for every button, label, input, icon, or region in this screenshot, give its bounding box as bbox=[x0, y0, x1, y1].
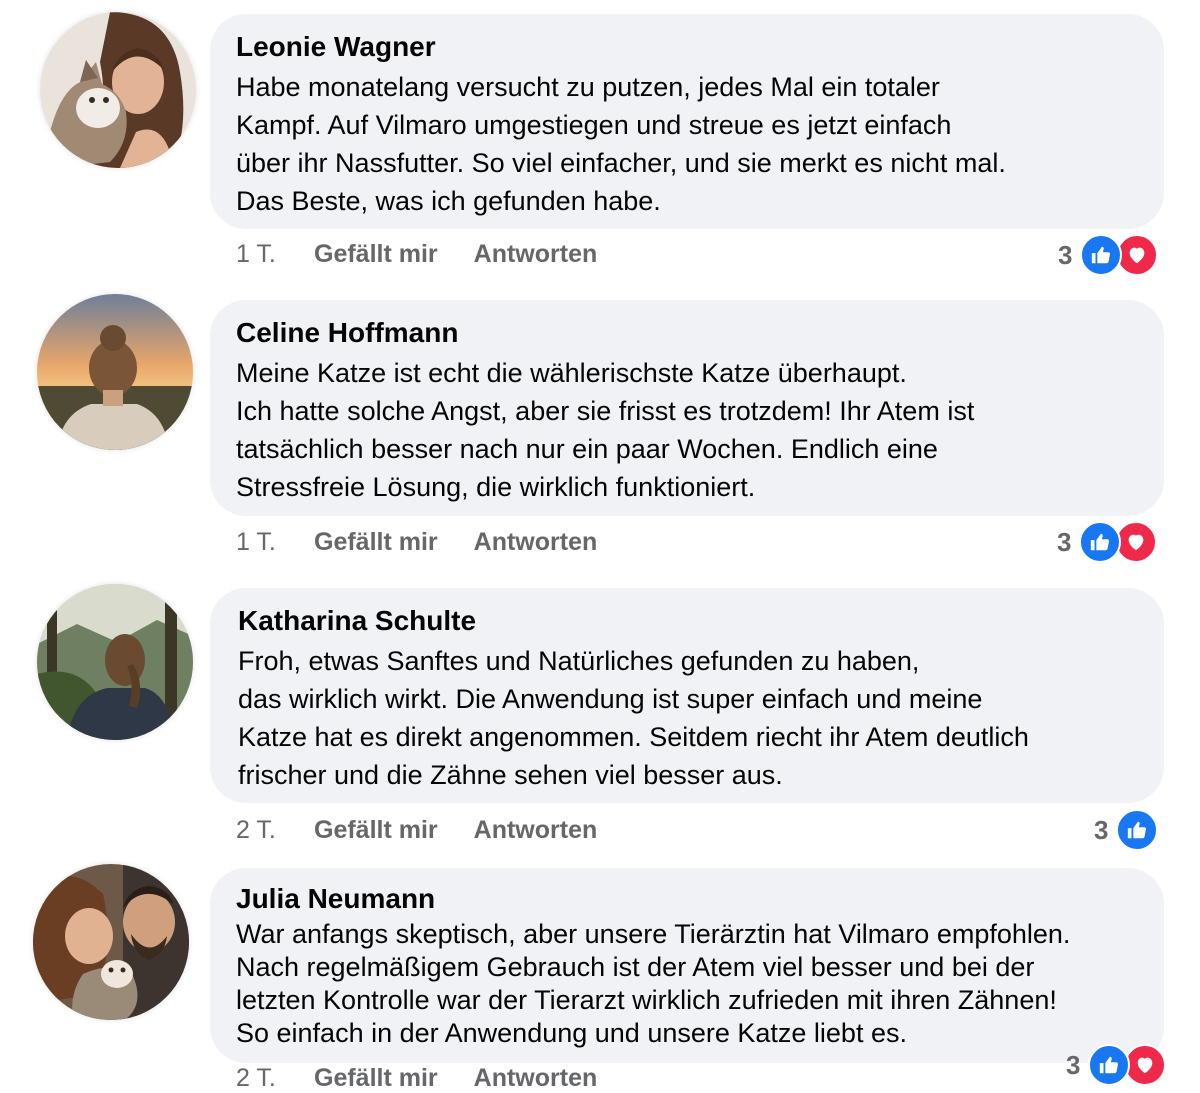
like-button[interactable]: Gefällt mir bbox=[314, 1064, 438, 1093]
comment-text-line: Katze hat es direkt angenommen. Seitdem … bbox=[238, 722, 1029, 752]
like-button[interactable]: Gefällt mir bbox=[314, 528, 438, 557]
comment-actions: 1 T. Gefällt mir Antworten bbox=[236, 528, 597, 557]
comment-text-line: tatsächlich besser nach nur ein paar Woc… bbox=[236, 434, 938, 464]
avatar-photo-woman-forest bbox=[37, 584, 193, 740]
comment-text-line: War anfangs skeptisch, aber unsere Tierä… bbox=[236, 919, 1071, 949]
comment-text-line: frischer und die Zähne sehen viel besser… bbox=[238, 760, 783, 790]
like-button[interactable]: Gefällt mir bbox=[314, 240, 438, 269]
comment-bubble: Katharina Schulte Froh, etwas Sanftes un… bbox=[210, 588, 1164, 803]
avatar[interactable] bbox=[37, 584, 193, 740]
reaction-summary[interactable]: 3 bbox=[1058, 234, 1159, 276]
comment-bubble: Celine Hoffmann Meine Katze ist echt die… bbox=[210, 300, 1164, 516]
reply-button[interactable]: Antworten bbox=[474, 240, 598, 269]
avatar-photo-woman-with-cat bbox=[40, 12, 196, 168]
comment-text-line: Kampf. Auf Vilmaro umgestiegen und streu… bbox=[236, 110, 952, 140]
like-reaction-icon bbox=[1080, 234, 1123, 276]
comment-actions: 1 T. Gefällt mir Antworten bbox=[236, 240, 597, 269]
heart-reaction-icon bbox=[1115, 521, 1158, 563]
comment-age[interactable]: 1 T. bbox=[236, 240, 314, 269]
comment-age[interactable]: 2 T. bbox=[236, 816, 314, 845]
comment-text-line: Das Beste, was ich gefunden habe. bbox=[236, 186, 661, 216]
heart-reaction-icon bbox=[1124, 1044, 1167, 1086]
comment-text-line: Meine Katze ist echt die wählerischste K… bbox=[236, 358, 907, 388]
reaction-summary[interactable]: 3 bbox=[1066, 1044, 1167, 1086]
comment-bubble: Julia Neumann War anfangs skeptisch, abe… bbox=[210, 868, 1164, 1063]
comment-bubble: Leonie Wagner Habe monatelang versucht z… bbox=[210, 14, 1164, 229]
avatar-photo-couple-with-cat bbox=[33, 864, 189, 1020]
comment-actions: 2 T. Gefällt mir Antworten bbox=[236, 816, 597, 845]
comment-actions: 2 T. Gefällt mir Antworten bbox=[236, 1064, 597, 1093]
comment-author[interactable]: Julia Neumann bbox=[236, 882, 1138, 916]
comment-text-line: letzten Kontrolle war der Tierarzt wirkl… bbox=[236, 985, 1057, 1015]
like-reaction-icon bbox=[1116, 809, 1159, 851]
reaction-count: 3 bbox=[1066, 1049, 1081, 1080]
reply-button[interactable]: Antworten bbox=[474, 528, 598, 557]
comment-author[interactable]: Leonie Wagner bbox=[236, 30, 1138, 64]
comment-age[interactable]: 2 T. bbox=[236, 1064, 314, 1093]
like-reaction-icon bbox=[1079, 521, 1122, 563]
like-button[interactable]: Gefällt mir bbox=[314, 816, 438, 845]
heart-reaction-icon bbox=[1116, 234, 1159, 276]
comment-text-line: das wirklich wirkt. Die Anwendung ist su… bbox=[238, 684, 983, 714]
reaction-summary[interactable]: 3 bbox=[1094, 809, 1159, 851]
comment-text-line: Habe monatelang versucht zu putzen, jede… bbox=[236, 72, 940, 102]
comment-author[interactable]: Katharina Schulte bbox=[238, 604, 1138, 638]
reaction-summary[interactable]: 3 bbox=[1057, 521, 1158, 563]
comment-text-line: So einfach in der Anwendung und unsere K… bbox=[236, 1018, 907, 1048]
like-reaction-icon bbox=[1088, 1044, 1131, 1086]
comment-author[interactable]: Celine Hoffmann bbox=[236, 316, 1138, 350]
comment-text-line: Nach regelmäßigem Gebrauch ist der Atem … bbox=[236, 952, 1035, 982]
comment-text-line: Ich hatte solche Angst, aber sie frisst … bbox=[236, 396, 975, 426]
comment-text-line: Froh, etwas Sanftes und Natürliches gefu… bbox=[238, 646, 920, 676]
reaction-count: 3 bbox=[1057, 526, 1072, 557]
avatar-photo-woman-sunset bbox=[37, 294, 193, 450]
avatar[interactable] bbox=[37, 294, 193, 450]
reaction-count: 3 bbox=[1094, 814, 1109, 845]
avatar[interactable] bbox=[33, 864, 189, 1020]
avatar[interactable] bbox=[40, 12, 196, 168]
reply-button[interactable]: Antworten bbox=[474, 816, 598, 845]
comment-text-line: über ihr Nassfutter. So viel einfacher, … bbox=[236, 148, 1006, 178]
reaction-count: 3 bbox=[1058, 239, 1073, 270]
reply-button[interactable]: Antworten bbox=[474, 1064, 598, 1093]
comment-text-line: Stressfreie Lösung, die wirklich funktio… bbox=[236, 472, 756, 502]
comment-age[interactable]: 1 T. bbox=[236, 528, 314, 557]
